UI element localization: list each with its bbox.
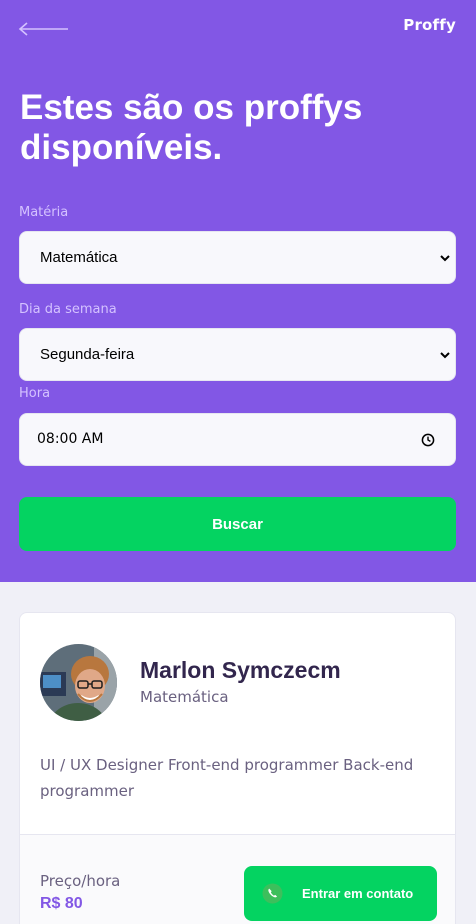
arrow-left-icon[interactable] bbox=[18, 18, 70, 40]
weekday-label: Dia da semana bbox=[19, 302, 117, 317]
weekday-select-value: Segunda-feira bbox=[40, 346, 135, 363]
avatar bbox=[40, 644, 117, 721]
page-title: Estes são os proffys disponíveis. bbox=[20, 88, 363, 167]
contact-button[interactable]: Entrar em contato bbox=[244, 866, 437, 921]
teacher-bio: UI / UX Designer Front-end programmer Ba… bbox=[40, 756, 414, 800]
chevron-down-icon bbox=[440, 255, 450, 262]
subject-select-value: Matemática bbox=[40, 249, 118, 266]
search-button[interactable]: Buscar bbox=[19, 497, 456, 551]
chevron-down-icon bbox=[440, 352, 450, 359]
card-footer: Preço/hora R$ 80 Entrar em contato bbox=[20, 834, 455, 924]
clock-icon[interactable] bbox=[421, 433, 435, 447]
time-input-value: 08:00 AM bbox=[37, 431, 104, 447]
top-bar: Proffy bbox=[0, 0, 476, 56]
logo: Proffy bbox=[403, 16, 456, 34]
price-label: Preço/hora bbox=[40, 872, 121, 890]
price-value: R$ 80 bbox=[40, 895, 83, 912]
teacher-subject: Matemática bbox=[140, 688, 229, 706]
contact-button-label: Entrar em contato bbox=[302, 886, 414, 901]
subject-select[interactable]: Matemática bbox=[19, 231, 456, 284]
subject-label: Matéria bbox=[19, 205, 69, 220]
whatsapp-icon bbox=[262, 883, 283, 904]
search-button-label: Buscar bbox=[212, 516, 263, 533]
teacher-card: Marlon Symczecm Matemática UI / UX Desig… bbox=[19, 612, 456, 924]
teacher-name: Marlon Symczecm bbox=[140, 657, 341, 683]
page-header: Proffy Estes são os proffys disponíveis.… bbox=[0, 0, 476, 582]
weekday-select[interactable]: Segunda-feira bbox=[19, 328, 456, 381]
time-input[interactable]: 08:00 AM bbox=[19, 413, 456, 466]
time-label: Hora bbox=[19, 386, 51, 401]
